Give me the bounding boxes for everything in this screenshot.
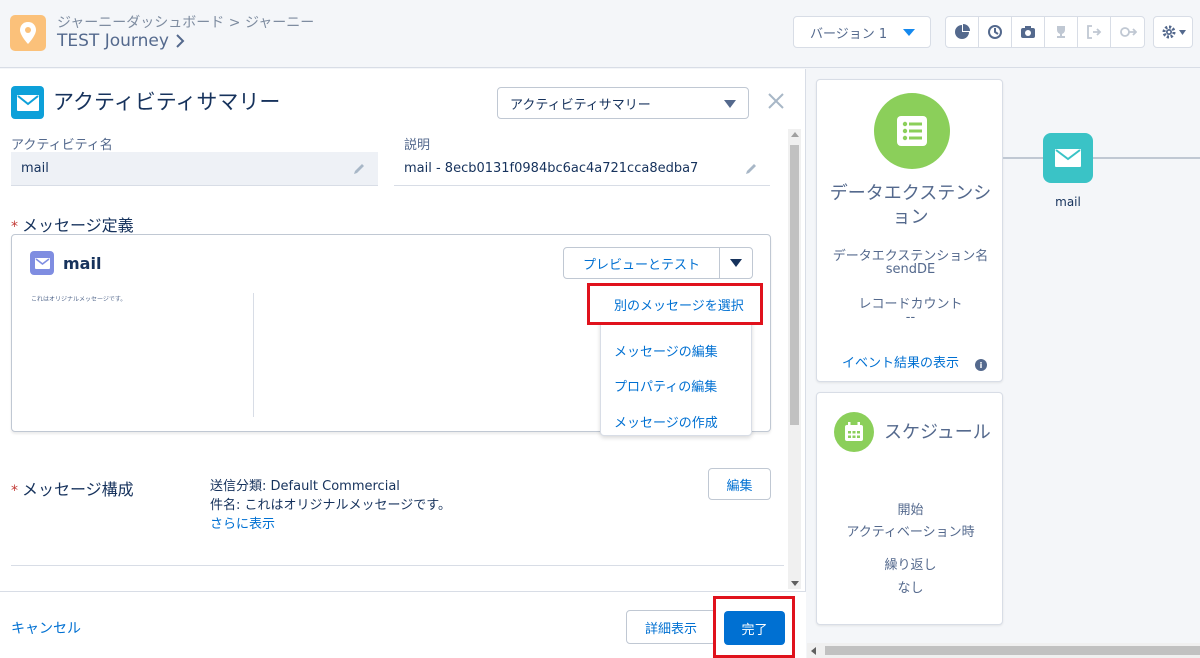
- activity-select[interactable]: アクティビティサマリー: [497, 87, 749, 119]
- canvas-horizontal-scrollbar[interactable]: [807, 643, 1200, 658]
- breadcrumb-separator: >: [228, 15, 241, 31]
- envelope-icon: [34, 257, 50, 269]
- header-toolbar: [945, 16, 1145, 48]
- close-icon[interactable]: [766, 91, 786, 111]
- subject-line: 件名: これはオリジナルメッセージです。: [210, 498, 451, 513]
- send-classification: 送信分類: Default Commercial: [210, 479, 400, 494]
- journey-title[interactable]: TEST Journey: [57, 31, 185, 51]
- done-button[interactable]: 完了: [724, 611, 785, 645]
- record-count-value: --: [905, 310, 916, 325]
- data-extension-icon: [874, 93, 950, 169]
- flow-settings-button[interactable]: [1111, 17, 1144, 47]
- show-more-link[interactable]: さらに表示: [210, 515, 451, 534]
- menu-item-edit-properties[interactable]: プロパティの編集: [614, 376, 717, 395]
- camera-icon: [1021, 26, 1035, 38]
- mail-node-label: mail: [1055, 195, 1081, 209]
- calendar-icon: [845, 422, 863, 441]
- caret-down-icon: [724, 100, 736, 108]
- menu-item-select-another-message[interactable]: 別のメッセージを選択: [587, 283, 763, 325]
- cancel-button[interactable]: キャンセル: [11, 618, 81, 638]
- list-icon: [897, 116, 927, 146]
- description-value: mail - 8ecb0131f0984bc6ac4a721cca8edba7: [404, 161, 699, 176]
- history-button[interactable]: [979, 17, 1012, 47]
- exit-icon: [1087, 25, 1102, 39]
- chevron-right-icon: [176, 34, 185, 48]
- journey-name: TEST Journey: [57, 31, 169, 51]
- schedule-start-value: アクティベーション時: [846, 525, 975, 540]
- message-composition-label: * メッセージ構成: [11, 480, 134, 499]
- scroll-left-icon[interactable]: [811, 647, 816, 655]
- activity-name-field[interactable]: mail: [11, 152, 378, 186]
- envelope-icon: [16, 94, 39, 111]
- app-header: ジャーニーダッシュボード > ジャーニー TEST Journey バージョン …: [0, 0, 1200, 68]
- pencil-icon[interactable]: [744, 162, 758, 176]
- mail-activity-node[interactable]: [1043, 133, 1093, 183]
- pie-chart-icon: [955, 24, 970, 39]
- history-icon: [988, 25, 1002, 39]
- caret-down-icon: [1178, 29, 1186, 35]
- email-icon: [30, 251, 54, 275]
- schedule-repeat-label: 繰り返し: [884, 558, 937, 573]
- version-select[interactable]: バージョン 1: [793, 16, 931, 48]
- message-actions-dropdown-button[interactable]: [719, 247, 753, 279]
- panel-title: アクティビティサマリー: [53, 90, 281, 114]
- required-marker: *: [11, 219, 18, 235]
- required-marker: *: [11, 483, 18, 499]
- version-label: バージョン 1: [810, 26, 888, 42]
- goal-button[interactable]: [1045, 17, 1078, 47]
- journey-canvas: データエクステンション データエクステンション名 sendDE レコードカウント…: [807, 69, 1200, 658]
- caret-down-icon: [730, 259, 742, 267]
- flow-connector: [1003, 157, 1200, 159]
- menu-item-create-message[interactable]: メッセージの作成: [614, 412, 718, 431]
- composition-info: 送信分類: Default Commercial 件名: これはオリジナルメッセ…: [210, 477, 451, 534]
- description-label: 説明: [404, 138, 431, 153]
- settings-menu-button[interactable]: [1153, 16, 1193, 48]
- info-icon[interactable]: i: [975, 359, 987, 371]
- schedule-start-label: 開始: [897, 503, 924, 518]
- snapshot-button[interactable]: [1012, 17, 1045, 47]
- email-activity-icon: [11, 86, 44, 119]
- caret-down-icon: [903, 28, 916, 36]
- trophy-icon: [1057, 26, 1065, 38]
- data-extension-title: データエクステンション: [829, 183, 992, 228]
- message-thumbnail-text: これはオリジナルメッセージです。: [31, 296, 127, 303]
- description-field[interactable]: mail - 8ecb0131f0984bc6ac4a721cca8edba7: [394, 152, 770, 186]
- activity-name-value: mail: [21, 161, 49, 176]
- panel-scrollbar[interactable]: [788, 129, 801, 589]
- message-definition-label: * メッセージ定義: [11, 216, 134, 235]
- panel-footer: キャンセル 詳細表示 完了: [0, 591, 806, 658]
- schedule-repeat-value: なし: [897, 581, 924, 596]
- scroll-up-icon[interactable]: [791, 132, 799, 137]
- breadcrumb-dashboard-link[interactable]: ジャーニーダッシュボード: [57, 15, 224, 31]
- view-event-results-link[interactable]: イベント結果の表示: [842, 352, 959, 371]
- pencil-icon[interactable]: [352, 162, 366, 176]
- map-pin-icon: [20, 22, 36, 44]
- envelope-icon: [1055, 149, 1081, 167]
- scroll-down-icon[interactable]: [791, 581, 799, 586]
- detail-view-button[interactable]: 詳細表示: [626, 610, 716, 644]
- activity-select-value: アクティビティサマリー: [510, 97, 651, 113]
- schedule-icon: [834, 412, 874, 452]
- done-highlight-box: 完了: [713, 596, 795, 658]
- breadcrumb-current: ジャーニー: [244, 15, 315, 31]
- gear-icon: [1162, 25, 1175, 39]
- settings-flow-icon: [1119, 27, 1137, 37]
- thumbnail-divider: [253, 293, 254, 417]
- activity-name-label: アクティビティ名: [11, 138, 113, 153]
- menu-item-edit-message[interactable]: メッセージの編集: [614, 341, 718, 360]
- scrollbar-thumb[interactable]: [825, 646, 1200, 655]
- edit-composition-button[interactable]: 編集: [708, 468, 771, 500]
- analytics-button[interactable]: [946, 17, 979, 47]
- data-extension-entry-card[interactable]: データエクステンション データエクステンション名 sendDE レコードカウント…: [816, 79, 1003, 382]
- scrollbar-thumb[interactable]: [790, 145, 799, 425]
- schedule-card[interactable]: スケジュール 開始 アクティベーション時 繰り返し なし: [816, 392, 1003, 625]
- de-name-value: sendDE: [885, 262, 936, 277]
- journey-builder-logo: [10, 15, 46, 51]
- breadcrumb: ジャーニーダッシュボード > ジャーニー: [57, 12, 314, 32]
- section-divider: [11, 565, 784, 566]
- exit-criteria-button[interactable]: [1078, 17, 1111, 47]
- schedule-title: スケジュール: [884, 422, 991, 443]
- message-name: mail: [63, 254, 102, 273]
- preview-and-test-button[interactable]: プレビューとテスト: [563, 247, 720, 279]
